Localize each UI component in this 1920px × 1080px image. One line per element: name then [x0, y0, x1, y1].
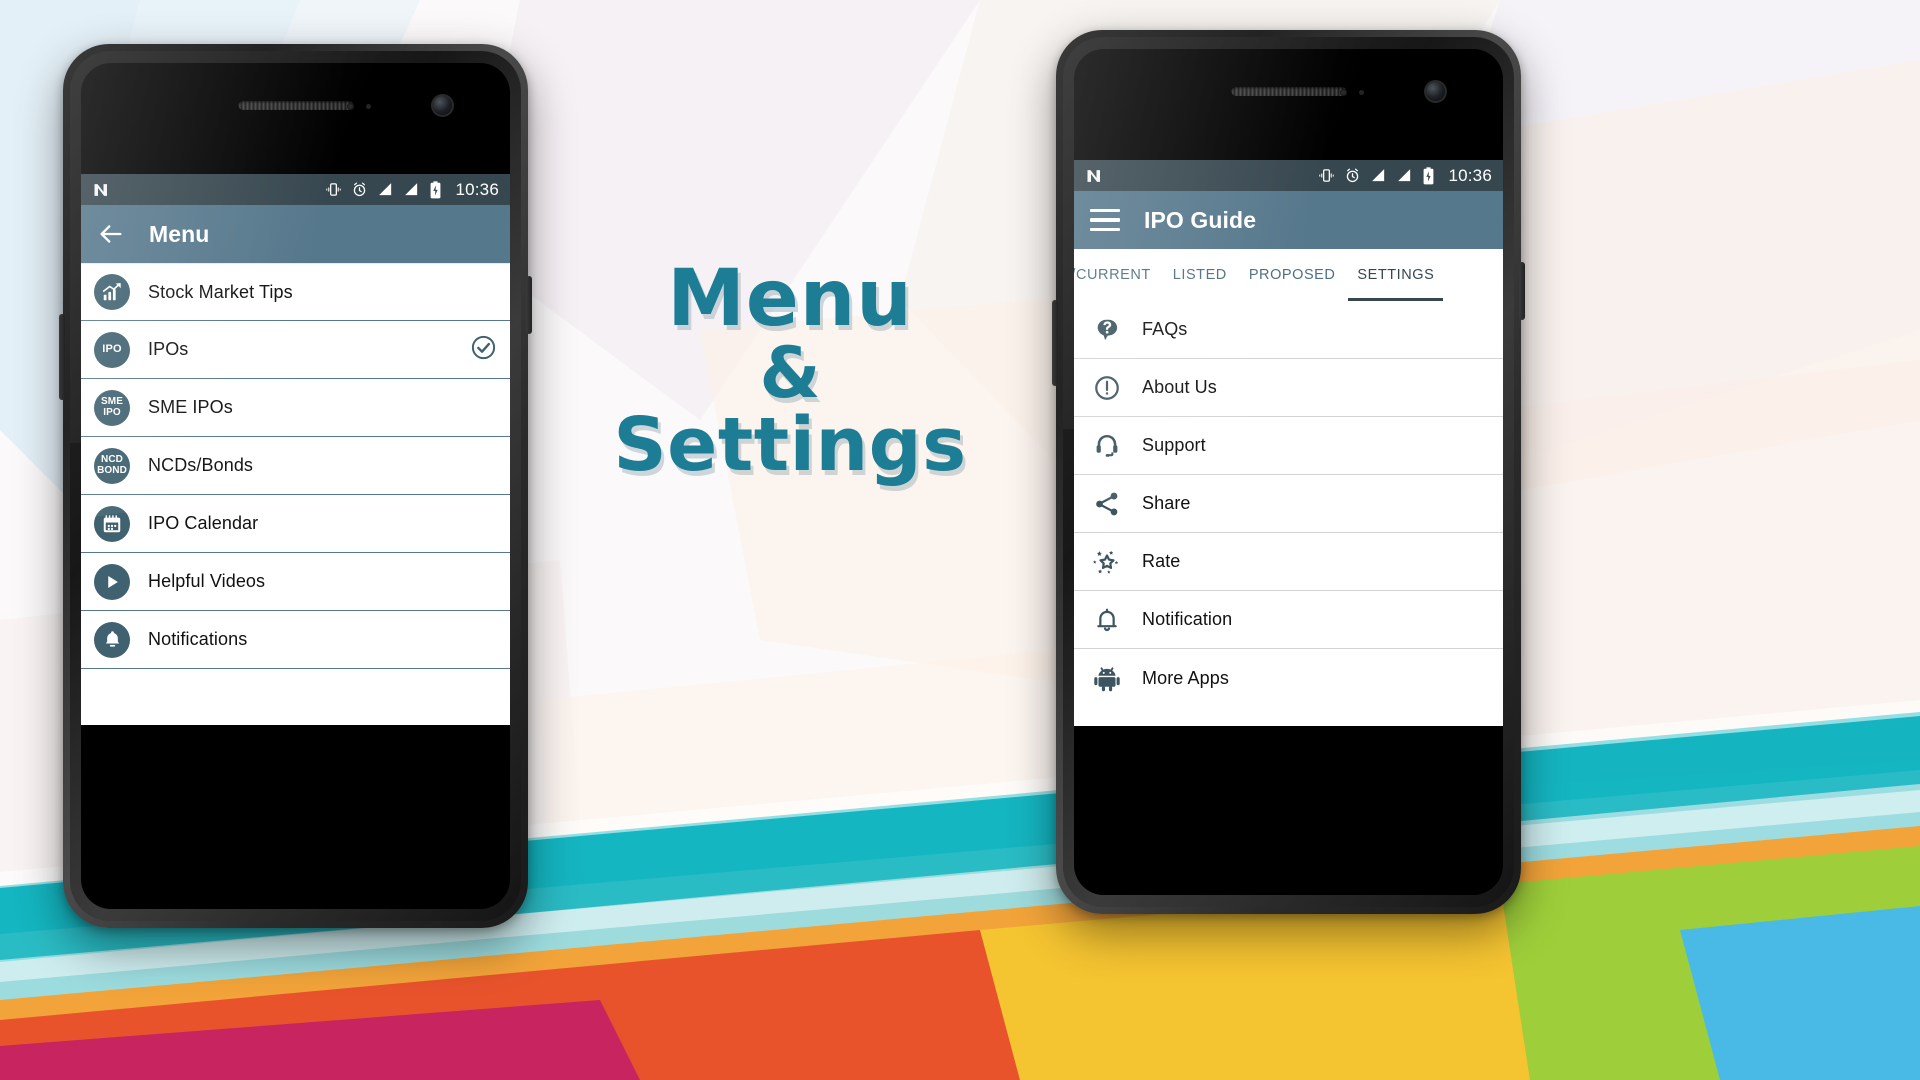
menu-item-helpful-videos[interactable]: Helpful Videos — [81, 553, 510, 611]
settings-item-notification[interactable]: Notification — [1074, 591, 1503, 649]
exclamation-circle-icon — [1090, 371, 1124, 405]
settings-item-label: FAQs — [1142, 319, 1188, 339]
power-button[interactable] — [1519, 262, 1525, 320]
light-sensor — [1359, 90, 1365, 95]
signal-bars-icon — [405, 183, 418, 196]
proximity-sensor — [1339, 89, 1347, 96]
menu-item-ipo-calendar[interactable]: IPO Calendar — [81, 495, 510, 553]
tab-proposed[interactable]: PROPOSED — [1238, 249, 1347, 301]
battery-charging-icon — [1424, 166, 1434, 184]
earpiece-speaker — [238, 101, 353, 110]
alarm-icon — [354, 182, 366, 197]
left-phone-screen: 10:36 Menu Stock Market Tips IPO IPOs SM… — [81, 174, 510, 725]
settings-item-about-us[interactable]: About Us — [1074, 359, 1503, 417]
headset-icon — [1090, 429, 1124, 463]
menu-empty-area — [81, 669, 510, 725]
front-camera — [1426, 82, 1445, 101]
battery-charging-icon — [431, 180, 441, 198]
status-bar-time: 10:36 — [1448, 165, 1492, 185]
tab-ing-current[interactable]: ING/CURRENT — [1074, 249, 1162, 301]
android-n-logo-icon — [94, 183, 107, 196]
settings-item-label: Share — [1142, 493, 1191, 513]
settings-empty-area — [1074, 707, 1503, 726]
status-bar-time: 10:36 — [455, 179, 499, 199]
signal-bars-icon — [379, 183, 392, 196]
app-bar-title: Menu — [149, 220, 210, 247]
app-bar-title: IPO Guide — [1144, 206, 1257, 233]
alarm-icon — [1347, 168, 1359, 183]
menu-item-label: IPOs — [148, 339, 189, 359]
headline-line-1: Menu — [667, 254, 913, 344]
sme-ipo-badge-icon: SME IPO — [94, 389, 130, 426]
vibrate-icon — [326, 183, 342, 196]
settings-item-label: About Us — [1142, 377, 1217, 397]
volume-button[interactable] — [59, 314, 65, 400]
earpiece-speaker — [1231, 87, 1346, 96]
front-camera — [433, 96, 452, 115]
settings-item-support[interactable]: Support — [1074, 417, 1503, 475]
ipo-badge-text: IPO — [102, 343, 122, 355]
hamburger-icon[interactable] — [1090, 209, 1120, 231]
promo-headline: Menu & Settings — [600, 254, 980, 488]
calendar-icon — [94, 505, 130, 542]
menu-item-ipos[interactable]: IPO IPOs — [81, 321, 510, 379]
ncd-bond-badge-icon: NCD BOND — [94, 447, 130, 484]
tab-settings[interactable]: SETTINGS — [1346, 249, 1445, 301]
faq-head-question-icon — [1090, 313, 1124, 347]
settings-item-faqs[interactable]: FAQs — [1074, 301, 1503, 359]
right-phone-screen: 10:36 IPO Guide ING/CURRENT LISTED PROPO… — [1074, 160, 1503, 726]
settings-item-share[interactable]: Share — [1074, 475, 1503, 533]
menu-item-label: IPO Calendar — [148, 513, 259, 533]
app-bar: IPO Guide — [1074, 191, 1503, 249]
power-button[interactable] — [526, 276, 532, 334]
stars-rate-icon — [1090, 545, 1124, 579]
status-bar: 10:36 — [1074, 160, 1503, 191]
android-robot-icon — [1090, 661, 1124, 695]
proximity-sensor — [346, 103, 354, 110]
settings-item-label: Rate — [1142, 551, 1181, 571]
tab-bar: ING/CURRENT LISTED PROPOSED SETTINGS — [1074, 249, 1503, 301]
menu-item-stock-market-tips[interactable]: Stock Market Tips — [81, 263, 510, 321]
right-phone-device: 10:36 IPO Guide ING/CURRENT LISTED PROPO… — [1052, 30, 1525, 914]
play-video-icon — [94, 563, 130, 600]
signal-bars-icon — [1398, 169, 1411, 182]
menu-list: Stock Market Tips IPO IPOs SME IPO SME I… — [81, 263, 510, 669]
menu-item-ncds-bonds[interactable]: NCD BOND NCDs/Bonds — [81, 437, 510, 495]
left-phone-device: 10:36 Menu Stock Market Tips IPO IPOs SM… — [59, 44, 532, 928]
settings-list: FAQs About Us Support Share Rate Notific… — [1074, 301, 1503, 707]
light-sensor — [366, 104, 372, 109]
menu-item-label: NCDs/Bonds — [148, 455, 254, 475]
settings-item-rate[interactable]: Rate — [1074, 533, 1503, 591]
share-nodes-icon — [1090, 487, 1124, 521]
vibrate-icon — [1319, 169, 1335, 182]
menu-item-label: Stock Market Tips — [148, 281, 293, 302]
bell-outline-icon — [1090, 603, 1124, 637]
app-bar: Menu — [81, 205, 510, 263]
ipo-badge-icon: IPO — [94, 331, 130, 368]
settings-item-label: Support — [1142, 435, 1206, 455]
signal-bars-icon — [1372, 169, 1385, 182]
volume-button[interactable] — [1052, 300, 1058, 386]
tab-listed[interactable]: LISTED — [1162, 249, 1238, 301]
back-arrow-icon[interactable] — [97, 220, 125, 248]
selected-check-icon — [471, 335, 496, 365]
settings-item-label: Notification — [1142, 609, 1233, 629]
settings-item-label: More Apps — [1142, 667, 1229, 688]
bell-icon — [94, 621, 130, 658]
menu-item-label: Notifications — [148, 629, 248, 649]
menu-item-notifications[interactable]: Notifications — [81, 611, 510, 669]
android-n-logo-icon — [1087, 169, 1100, 182]
settings-item-more-apps[interactable]: More Apps — [1074, 649, 1503, 707]
menu-item-label: Helpful Videos — [148, 571, 266, 591]
status-bar: 10:36 — [81, 174, 510, 205]
menu-item-label: SME IPOs — [148, 397, 233, 417]
chart-growth-icon — [94, 274, 130, 310]
headline-line-3: Settings — [613, 401, 967, 488]
headline-line-2: & — [759, 331, 821, 414]
menu-item-sme-ipos[interactable]: SME IPO SME IPOs — [81, 379, 510, 437]
